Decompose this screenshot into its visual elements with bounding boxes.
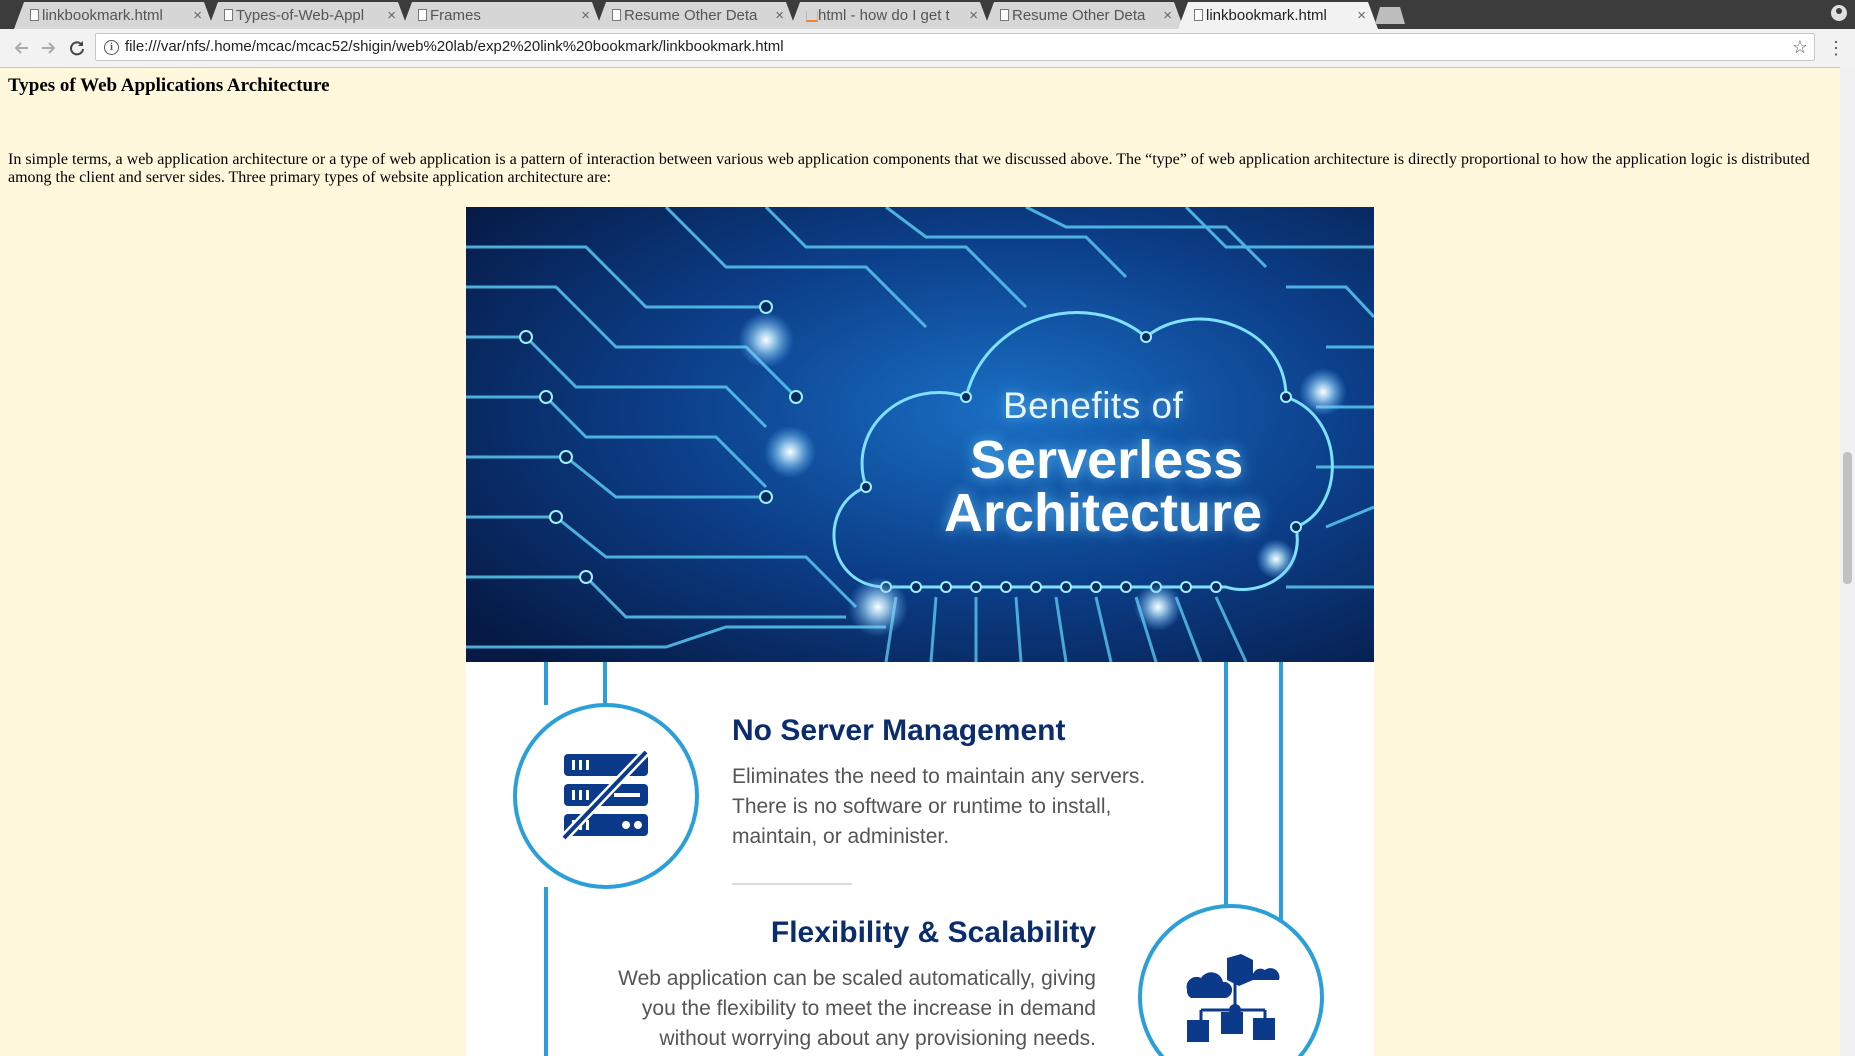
page-icon bbox=[224, 9, 233, 21]
scrollbar-thumb[interactable] bbox=[1843, 452, 1852, 584]
tab-linkbookmark[interactable]: linkbookmark.html × bbox=[14, 2, 214, 29]
feature-title-flexibility: Flexibility & Scalability bbox=[770, 916, 1096, 949]
feature-desc-line: There is no software or runtime to insta… bbox=[732, 795, 1112, 818]
server-crossed-icon bbox=[562, 750, 650, 842]
stackoverflow-icon bbox=[806, 9, 815, 21]
tab-label: Types-of-Web-Appl bbox=[236, 7, 365, 24]
page-heading: Types of Web Applications Architecture bbox=[8, 75, 330, 96]
arrow-right-icon bbox=[42, 42, 56, 54]
tab-label: linkbookmark.html bbox=[1206, 7, 1327, 24]
arrow-left-icon bbox=[14, 42, 28, 54]
feature-desc-line: maintain, or administer. bbox=[732, 825, 950, 848]
banner-title-line1: Benefits of bbox=[1003, 385, 1184, 426]
tab-label: linkbookmark.html bbox=[42, 7, 163, 24]
banner-title-line3: Architecture bbox=[944, 483, 1263, 543]
close-icon[interactable]: × bbox=[387, 2, 396, 29]
tab-frames[interactable]: Frames × bbox=[402, 2, 602, 29]
tab-resume-other-details[interactable]: Resume Other Deta × bbox=[596, 2, 796, 29]
intro-paragraph: In simple terms, a web application archi… bbox=[8, 151, 1810, 186]
feature-title-no-server: No Server Management bbox=[732, 714, 1066, 747]
page-icon bbox=[418, 9, 427, 21]
tab-label: html - how do I get t bbox=[818, 7, 950, 24]
cloud-network-icon bbox=[1186, 954, 1280, 1042]
tab-resume-other-details-2[interactable]: Resume Other Deta × bbox=[984, 2, 1184, 29]
back-button[interactable] bbox=[8, 35, 34, 61]
info-icon[interactable]: i bbox=[104, 40, 119, 55]
tab-strip: linkbookmark.html × Types-of-Web-Appl × … bbox=[0, 0, 1855, 29]
reload-icon bbox=[70, 41, 84, 56]
feature-desc-line: without worrying about any provisioning … bbox=[659, 1027, 1096, 1050]
close-icon[interactable]: × bbox=[581, 2, 590, 29]
feature-desc-line: Eliminates the need to maintain any serv… bbox=[732, 765, 1146, 788]
tab-stackoverflow[interactable]: html - how do I get t × bbox=[790, 2, 990, 29]
address-bar[interactable]: i file:///var/nfs/.home/mcac/mcac52/shig… bbox=[95, 33, 1815, 61]
url-text: file:///var/nfs/.home/mcac/mcac52/shigin… bbox=[125, 38, 784, 55]
browser-toolbar: i file:///var/nfs/.home/mcac/mcac52/shig… bbox=[0, 29, 1855, 68]
close-icon[interactable]: × bbox=[969, 2, 978, 29]
new-tab-button[interactable] bbox=[1375, 7, 1405, 24]
profile-icon[interactable] bbox=[1831, 5, 1847, 21]
tab-linkbookmark-active[interactable]: linkbookmark.html × bbox=[1178, 2, 1378, 29]
close-icon[interactable]: × bbox=[1357, 2, 1366, 29]
menu-icon[interactable]: ⋮ bbox=[1827, 35, 1845, 61]
feature-desc-line: you the flexibility to meet the increase… bbox=[641, 997, 1096, 1020]
page-icon bbox=[30, 9, 39, 21]
page-icon bbox=[1194, 9, 1203, 21]
page-content: Types of Web Applications Architecture I… bbox=[0, 67, 1840, 1056]
feature-desc-line: Web application can be scaled automatica… bbox=[618, 967, 1096, 990]
feature-desc-no-server: Eliminates the need to maintain any serv… bbox=[732, 762, 1145, 852]
serverless-infographic: Benefits of Serverless Architecture No S… bbox=[466, 207, 1374, 1056]
bookmark-star-icon[interactable]: ☆ bbox=[1792, 34, 1808, 60]
vertical-scrollbar[interactable] bbox=[1840, 67, 1855, 1056]
tab-label: Frames bbox=[430, 7, 481, 24]
tab-label: Resume Other Deta bbox=[624, 7, 758, 24]
feature-desc-flexibility: Web application can be scaled automatica… bbox=[536, 964, 1096, 1054]
reload-button[interactable] bbox=[64, 35, 90, 61]
features-panel: No Server Management Eliminates the need… bbox=[466, 662, 1374, 1056]
page-icon bbox=[612, 9, 621, 21]
page-icon bbox=[1000, 9, 1009, 21]
close-icon[interactable]: × bbox=[775, 2, 784, 29]
close-icon[interactable]: × bbox=[1163, 2, 1172, 29]
tab-label: Resume Other Deta bbox=[1012, 7, 1146, 24]
close-icon[interactable]: × bbox=[193, 2, 202, 29]
tab-types-of-web-app[interactable]: Types-of-Web-Appl × bbox=[208, 2, 408, 29]
forward-button[interactable] bbox=[36, 35, 62, 61]
